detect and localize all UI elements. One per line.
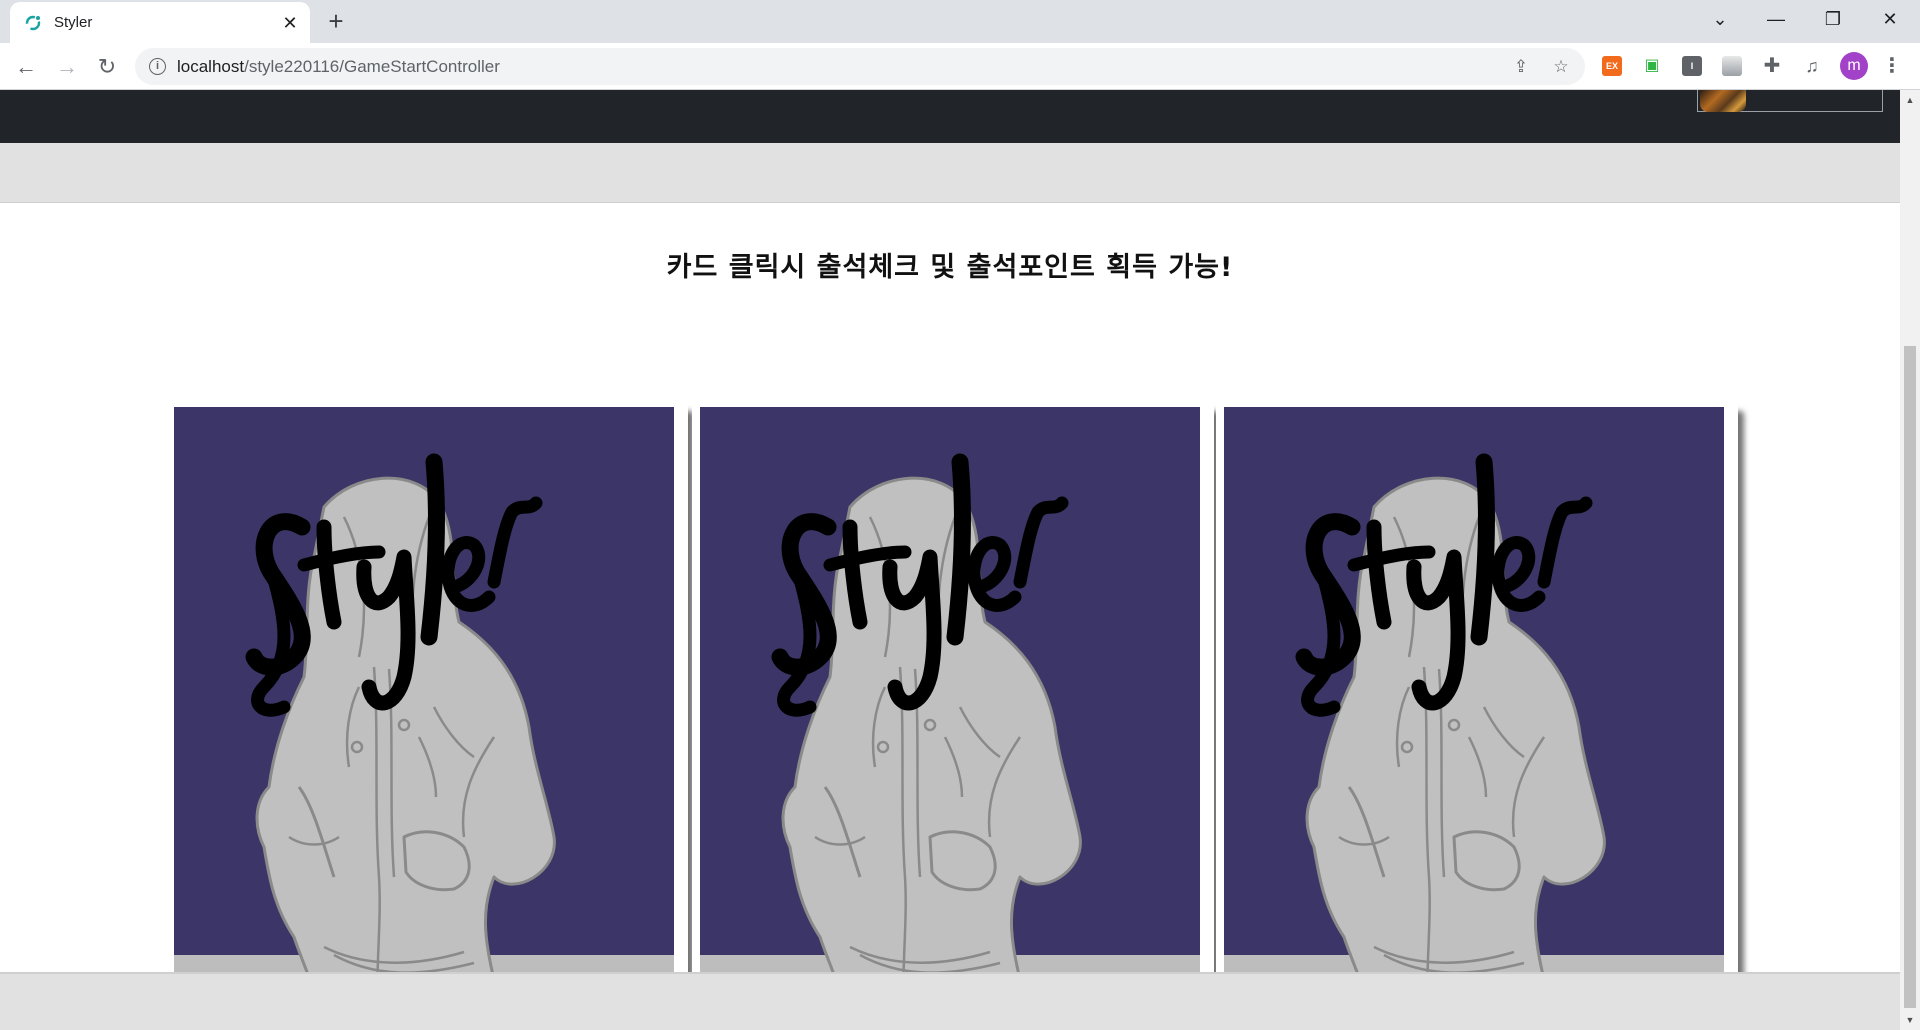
bookmark-star-icon[interactable]: ☆ <box>1549 55 1573 79</box>
ex-extension-icon[interactable]: EX <box>1602 56 1622 76</box>
tab-title: Styler <box>54 14 93 31</box>
extensions-puzzle-icon[interactable]: ✚ <box>1760 54 1784 78</box>
attendance-card-3[interactable] <box>1216 403 1738 1030</box>
attendance-section: 카드 클릭시 출석체크 및 출석포인트 획득 가능! <box>0 202 1900 1030</box>
media-control-icon[interactable]: ♫ <box>1800 54 1824 78</box>
scroll-down-icon[interactable]: ▼ <box>1900 1012 1920 1028</box>
card-art <box>700 407 1200 1029</box>
url-text[interactable]: localhost/style220116/GameStartControlle… <box>177 57 500 77</box>
tab-close-icon[interactable]: ✕ <box>278 11 302 35</box>
restore-button[interactable]: ❐ <box>1805 0 1861 40</box>
browser-tab[interactable]: Styler ✕ <box>10 2 310 43</box>
page-viewport: 카드 클릭시 출석체크 및 출석포인트 획득 가능! <box>0 90 1900 1030</box>
attendance-card-2[interactable] <box>692 403 1214 1030</box>
browser-tab-strip: Styler ✕ + ⌄ — ❐ ✕ <box>0 0 1920 43</box>
photo-extension-icon[interactable] <box>1722 56 1742 76</box>
footer-band <box>0 972 1900 1030</box>
i-extension-icon[interactable]: I <box>1682 56 1702 76</box>
browser-toolbar: ← → ↻ i localhost/style220116/GameStartC… <box>0 43 1920 90</box>
address-bar[interactable]: i localhost/style220116/GameStartControl… <box>135 48 1585 85</box>
close-window-button[interactable]: ✕ <box>1862 0 1918 40</box>
card-art <box>174 407 674 1029</box>
site-info-icon[interactable]: i <box>149 58 166 75</box>
tab-search-icon[interactable]: ⌄ <box>1692 0 1748 40</box>
forward-button[interactable]: → <box>51 51 83 83</box>
minimize-button[interactable]: — <box>1748 0 1804 40</box>
attendance-notice: 카드 클릭시 출석체크 및 출석포인트 획득 가능! <box>666 252 1234 283</box>
browser-menu-icon[interactable]: ⋮ <box>1880 51 1904 81</box>
attendance-card-1[interactable] <box>166 403 688 1030</box>
styler-card-illustration <box>174 407 674 1029</box>
scroll-up-icon[interactable]: ▲ <box>1900 92 1920 108</box>
page-scrollbar[interactable]: ▲ ▼ <box>1900 90 1920 1030</box>
styler-card-illustration <box>1224 407 1724 1029</box>
styler-favicon-icon <box>25 15 41 31</box>
back-button[interactable]: ← <box>10 51 42 83</box>
share-icon[interactable]: ⇪ <box>1509 55 1533 79</box>
card-art <box>1224 407 1724 1029</box>
reload-button[interactable]: ↻ <box>91 51 123 83</box>
profile-thumbnail[interactable] <box>1700 90 1746 112</box>
styler-card-illustration <box>700 407 1200 1029</box>
profile-avatar[interactable]: m <box>1840 52 1868 80</box>
green-extension-icon[interactable]: ▣ <box>1642 56 1662 76</box>
new-tab-button[interactable]: + <box>322 8 350 36</box>
site-header <box>0 90 1900 143</box>
scroll-thumb[interactable] <box>1904 346 1916 1008</box>
header-spacer <box>0 143 1900 202</box>
